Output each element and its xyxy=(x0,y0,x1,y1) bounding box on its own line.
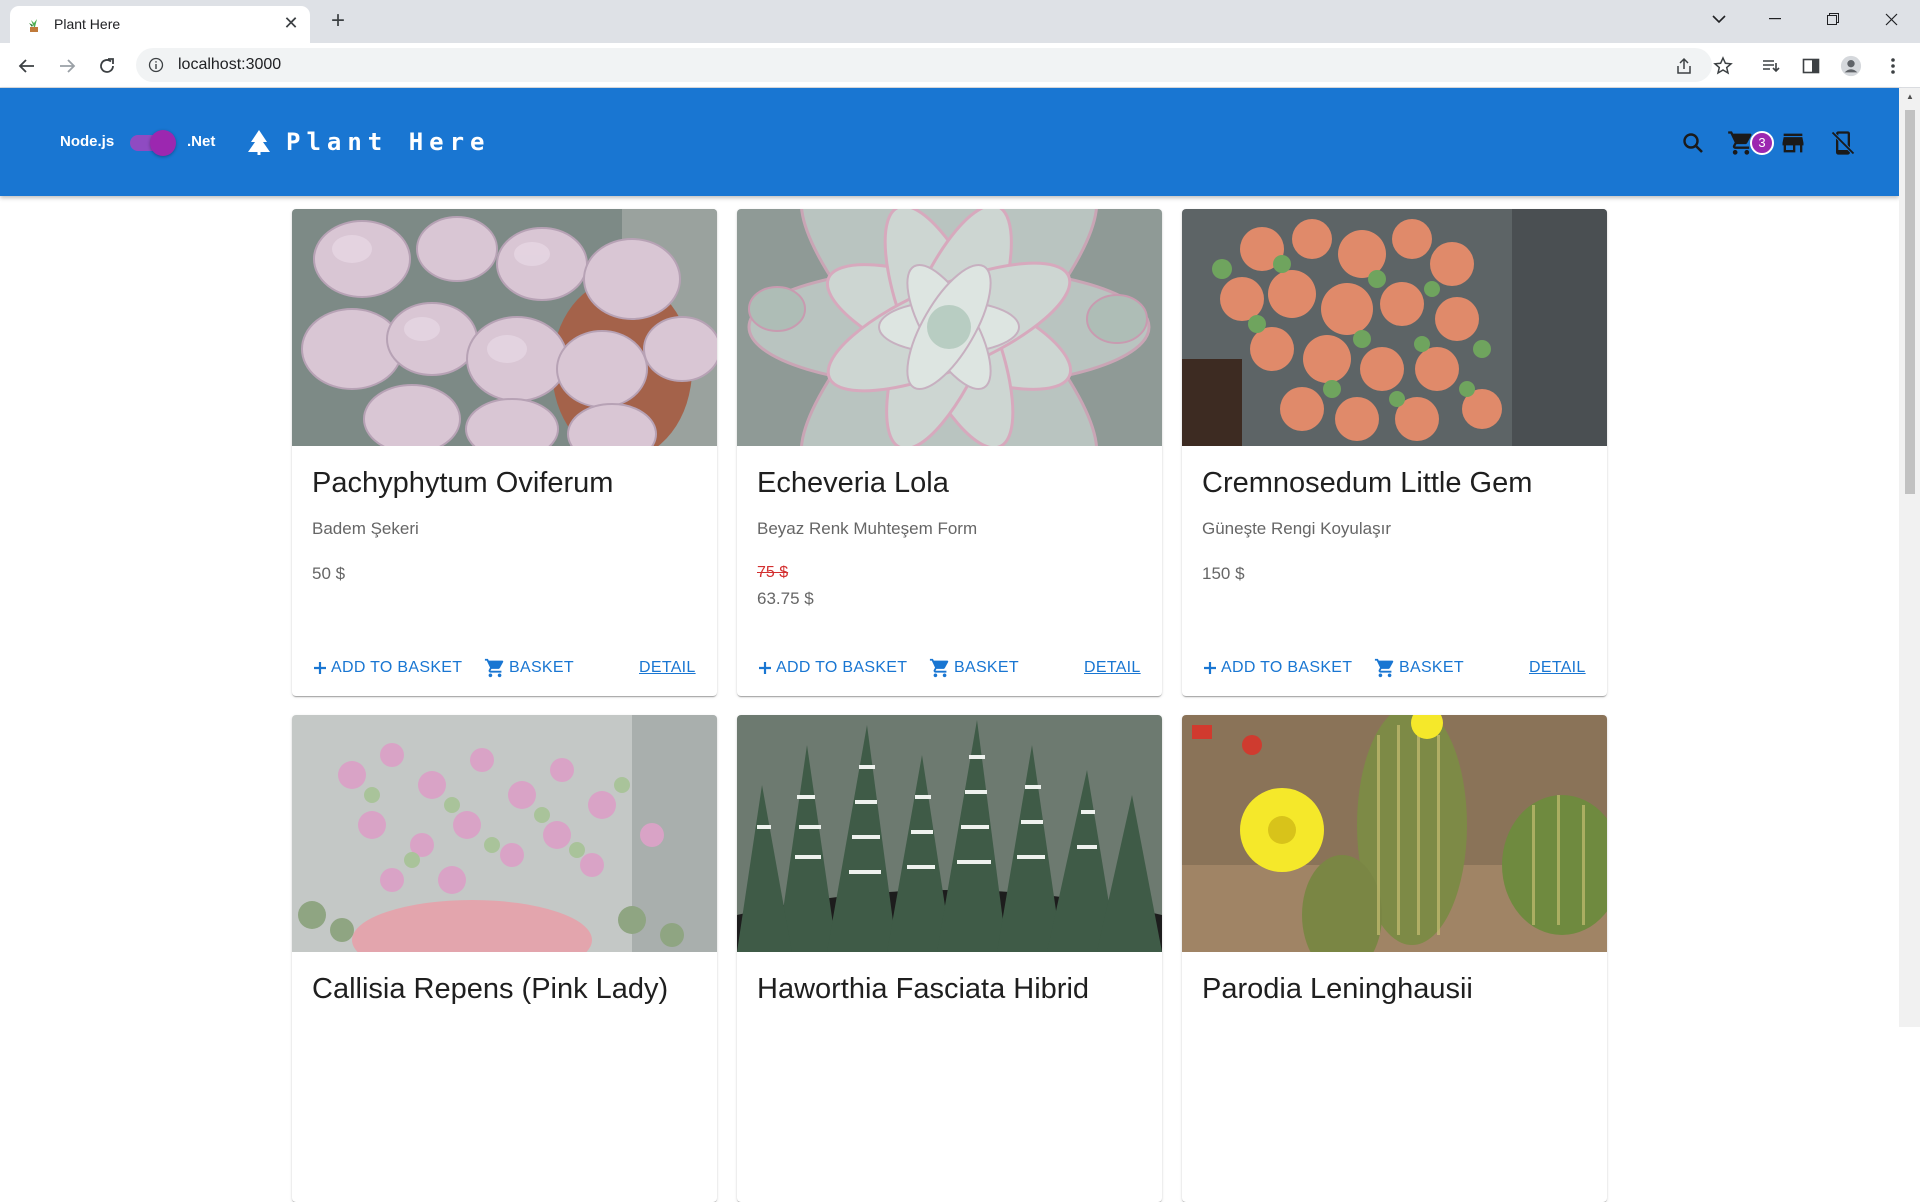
brand-title[interactable]: Plant Here xyxy=(286,128,491,156)
product-price: 50 $ xyxy=(312,564,346,583)
menu-kebab-icon[interactable] xyxy=(1882,55,1904,77)
product-card: Cremnosedum Little Gem Güneşte Rengi Koy… xyxy=(1182,209,1607,696)
new-tab-icon[interactable]: + xyxy=(324,7,352,35)
basket-button[interactable]: BASKET xyxy=(929,653,1019,683)
reload-icon[interactable] xyxy=(92,51,122,81)
reading-list-icon[interactable] xyxy=(1760,55,1782,77)
restore-icon[interactable] xyxy=(1810,0,1856,38)
brand-plant-icon xyxy=(248,130,270,155)
tab-close-icon[interactable]: ✕ xyxy=(280,12,302,34)
url-text[interactable]: localhost:3000 xyxy=(178,56,281,74)
product-image[interactable] xyxy=(737,209,1162,446)
plus-icon xyxy=(759,662,771,674)
product-image[interactable] xyxy=(292,715,717,952)
cart-icon xyxy=(929,658,949,678)
browser-toolbar: localhost:3000 xyxy=(0,43,1920,88)
cart-icon xyxy=(1374,658,1394,678)
tab-search-icon[interactable] xyxy=(1696,0,1742,38)
basket-label: BASKET xyxy=(954,659,1019,676)
product-name: Cremnosedum Little Gem xyxy=(1202,467,1533,499)
add-to-basket-button[interactable]: ADD TO BASKET xyxy=(1202,653,1352,683)
product-name: Pachyphytum Oviferum xyxy=(312,467,614,499)
product-image[interactable] xyxy=(737,715,1162,952)
address-bar[interactable]: localhost:3000 xyxy=(136,48,1712,82)
site-info-icon[interactable] xyxy=(148,57,164,73)
product-card: Pachyphytum Oviferum Badem Şekeri 50 $ A… xyxy=(292,209,717,696)
profile-icon[interactable] xyxy=(1840,55,1862,77)
toggle-label-dotnet: .Net xyxy=(187,133,216,150)
add-to-basket-button[interactable]: ADD TO BASKET xyxy=(312,653,462,683)
product-card: Haworthia Fasciata Hibrid xyxy=(737,715,1162,1202)
basket-button[interactable]: BASKET xyxy=(484,653,574,683)
add-to-basket-label: ADD TO BASKET xyxy=(331,659,463,676)
app-header: Node.js .Net Plant Here 3 xyxy=(0,88,1899,196)
product-card: Parodia Leninghausii xyxy=(1182,715,1607,1202)
scroll-up-icon[interactable]: ▲ xyxy=(1904,92,1916,102)
cart-icon xyxy=(484,658,504,678)
plus-icon xyxy=(1204,662,1216,674)
search-icon[interactable] xyxy=(1678,128,1708,158)
product-image[interactable] xyxy=(1182,715,1607,952)
back-icon[interactable] xyxy=(12,51,42,81)
tab-title: Plant Here xyxy=(54,16,121,32)
browser-tab[interactable]: Plant Here ✕ xyxy=(10,6,310,43)
close-window-icon[interactable] xyxy=(1868,0,1914,38)
product-image[interactable] xyxy=(1182,209,1607,446)
product-card: Callisia Repens (Pink Lady) xyxy=(292,715,717,1202)
product-name: Haworthia Fasciata Hibrid xyxy=(757,973,1090,1005)
plant-favicon-icon xyxy=(29,19,38,32)
product-image[interactable] xyxy=(292,209,717,446)
basket-label: BASKET xyxy=(509,659,574,676)
detail-button[interactable]: DETAIL xyxy=(639,653,696,683)
bookmark-star-icon[interactable] xyxy=(1712,55,1734,77)
basket-button[interactable]: BASKET xyxy=(1374,653,1464,683)
product-name: Parodia Leninghausii xyxy=(1202,973,1473,1005)
card-actions: ADD TO BASKET BASKET DETAIL xyxy=(292,653,717,683)
scrollbar-thumb[interactable] xyxy=(1905,110,1915,494)
minimize-icon[interactable] xyxy=(1752,0,1798,38)
no-phone-icon[interactable] xyxy=(1828,128,1858,158)
card-actions: ADD TO BASKET BASKET DETAIL xyxy=(1182,653,1607,683)
product-price: 150 $ xyxy=(1202,564,1245,583)
browser-tabstrip: Plant Here ✕ + xyxy=(0,0,1920,43)
store-icon[interactable] xyxy=(1778,128,1808,158)
product-old-price: 75 $ xyxy=(757,564,789,581)
basket-label: BASKET xyxy=(1399,659,1464,676)
add-to-basket-button[interactable]: ADD TO BASKET xyxy=(757,653,907,683)
plus-icon xyxy=(314,662,326,674)
cart-count-badge: 3 xyxy=(1750,131,1774,155)
forward-icon[interactable] xyxy=(52,51,82,81)
detail-button[interactable]: DETAIL xyxy=(1084,653,1141,683)
share-icon[interactable] xyxy=(1674,56,1694,76)
side-panel-icon[interactable] xyxy=(1800,55,1822,77)
product-card: Echeveria Lola Beyaz Renk Muhteşem Form … xyxy=(737,209,1162,696)
toggle-label-nodejs: Node.js xyxy=(60,133,115,150)
card-actions: ADD TO BASKET BASKET DETAIL xyxy=(737,653,1162,683)
product-description: Beyaz Renk Muhteşem Form xyxy=(757,519,978,538)
product-description: Güneşte Rengi Koyulaşır xyxy=(1202,519,1391,538)
add-to-basket-label: ADD TO BASKET xyxy=(1221,659,1353,676)
detail-button[interactable]: DETAIL xyxy=(1529,653,1586,683)
product-name: Echeveria Lola xyxy=(757,467,949,499)
product-description: Badem Şekeri xyxy=(312,519,419,538)
product-name: Callisia Repens (Pink Lady) xyxy=(312,973,669,1005)
product-price: 63.75 $ xyxy=(757,589,814,608)
add-to-basket-label: ADD TO BASKET xyxy=(776,659,908,676)
backend-switch-thumb[interactable] xyxy=(150,130,176,156)
